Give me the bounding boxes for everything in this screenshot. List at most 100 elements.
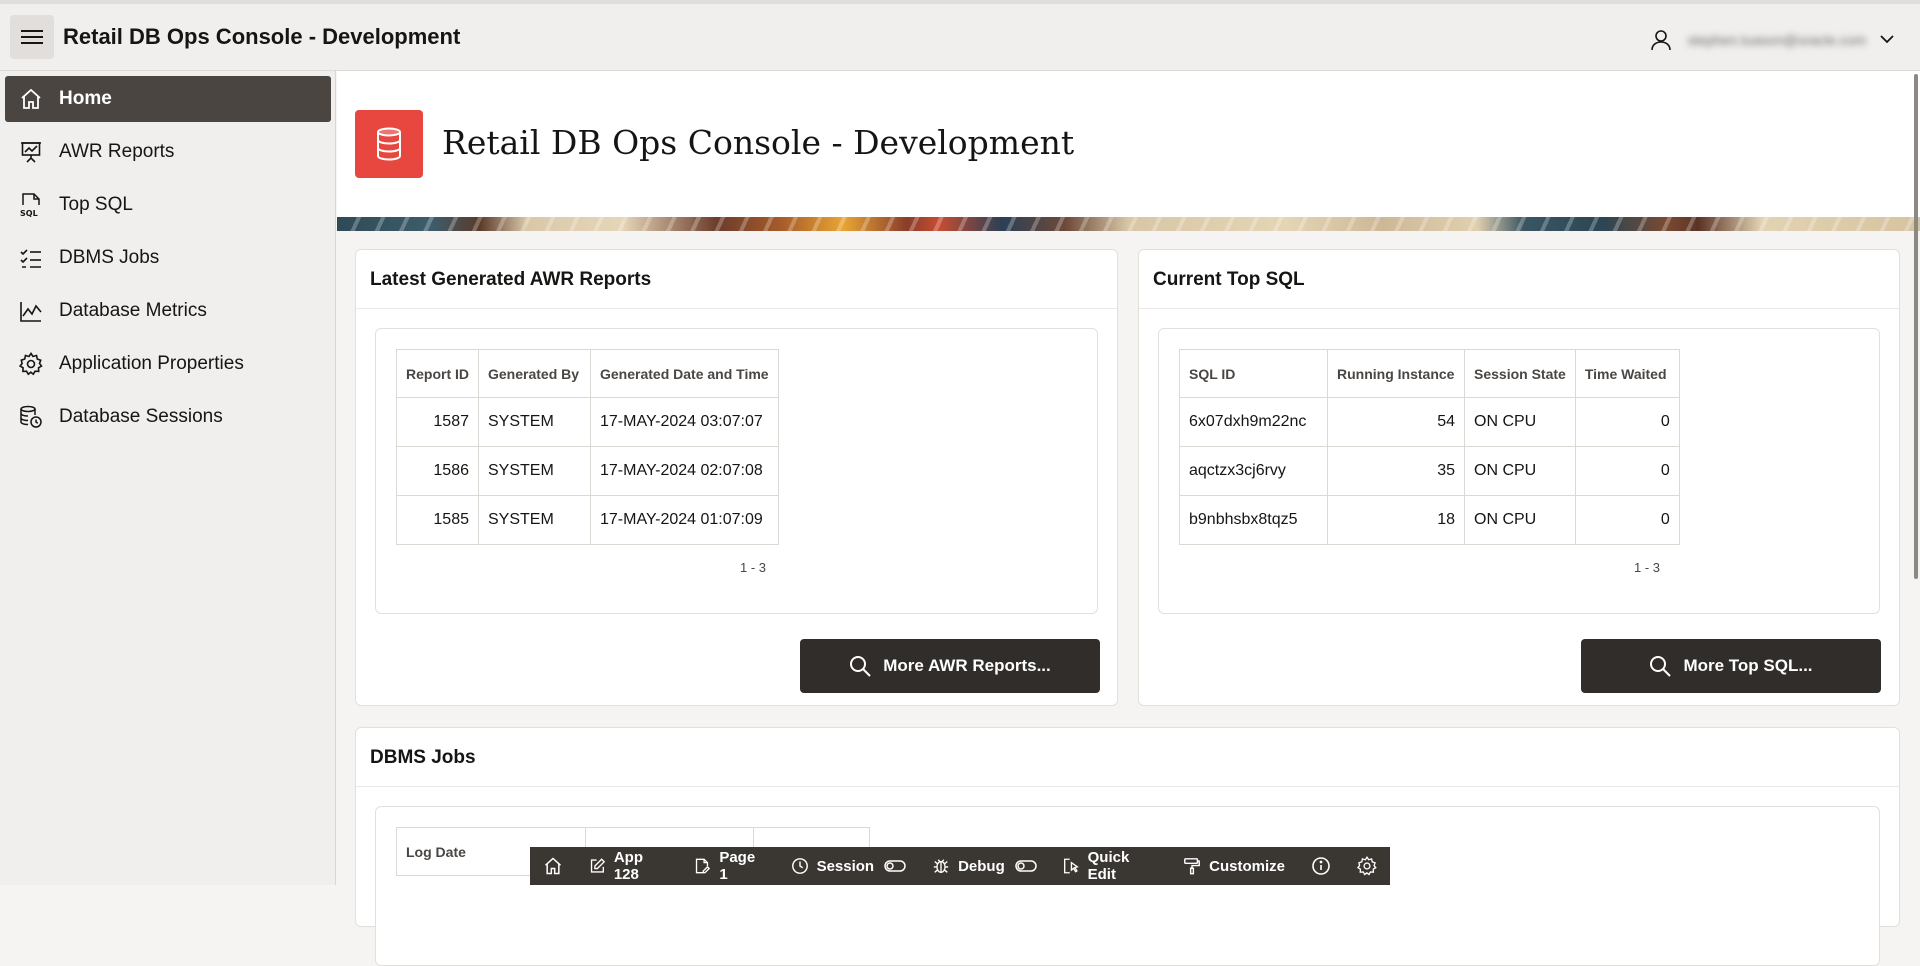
sql-file-icon: SQL: [17, 191, 45, 219]
page-scrollbar[interactable]: [1914, 74, 1918, 579]
column-header[interactable]: SQL ID: [1179, 349, 1328, 398]
devbar-quick-edit-button[interactable]: Quick Edit: [1050, 847, 1170, 885]
devbar-page-button[interactable]: Page 1: [681, 847, 777, 885]
chevron-down-icon: [1880, 35, 1894, 44]
column-header[interactable]: Generated By: [478, 349, 591, 398]
home-icon: [17, 85, 45, 113]
devbar-session-button[interactable]: Session: [778, 847, 920, 885]
more-awr-reports-button[interactable]: More AWR Reports...: [800, 639, 1100, 693]
app-title[interactable]: Retail DB Ops Console - Development: [63, 24, 460, 50]
time-waited-cell: 0: [1574, 397, 1680, 447]
toggle-icon: [1015, 860, 1037, 872]
sidebar-item-application-properties[interactable]: Application Properties: [5, 341, 331, 387]
sidebar-item-dbms-jobs[interactable]: DBMS Jobs: [5, 235, 331, 281]
home-icon: [545, 857, 561, 875]
devbar-label: Customize: [1209, 857, 1285, 875]
top-sql-region: SQL ID Running Instance Session State Ti…: [1158, 328, 1880, 614]
info-icon: [1312, 857, 1330, 875]
devbar-label: Debug: [958, 857, 1005, 875]
devbar-label: Session: [816, 857, 875, 875]
checklist-icon: [17, 244, 45, 272]
line-chart-icon: [17, 297, 45, 325]
pagination-info: 1 - 3: [740, 560, 767, 575]
awr-reports-table: Report ID Generated By Generated Date an…: [396, 349, 779, 545]
sidebar-item-database-sessions[interactable]: Database Sessions: [5, 394, 331, 440]
devbar-home-button[interactable]: [530, 847, 576, 885]
sidebar-item-label: Application Properties: [59, 353, 244, 374]
sidebar-item-label: Home: [59, 88, 112, 109]
quick-edit-icon: [1063, 858, 1079, 874]
devbar-info-button[interactable]: [1298, 847, 1344, 885]
main-content: Retail DB Ops Console - Development Late…: [337, 71, 1920, 966]
devbar-app-button[interactable]: App 128: [576, 847, 681, 885]
time-waited-cell: 0: [1574, 446, 1680, 496]
bug-icon: [933, 859, 949, 873]
toggle-icon: [884, 860, 906, 872]
sql-id-cell: aqctzx3cj6rvy: [1179, 446, 1328, 496]
session-state-cell: ON CPU: [1464, 495, 1576, 545]
divider: [356, 308, 1117, 309]
search-icon: [1649, 655, 1672, 677]
clock-icon: [791, 858, 808, 874]
search-icon: [849, 655, 871, 677]
table-header-row: SQL ID Running Instance Session State Ti…: [1179, 349, 1680, 398]
sidebar-item-awr-reports[interactable]: AWR Reports: [5, 129, 331, 175]
column-header[interactable]: Report ID: [396, 349, 479, 398]
hamburger-icon: [21, 30, 43, 44]
user-name: stephen.tuason@oracle.com: [1687, 31, 1866, 48]
sidebar-item-database-metrics[interactable]: Database Metrics: [5, 288, 331, 334]
sidebar-item-home[interactable]: Home: [5, 76, 331, 122]
sidebar-item-label: Top SQL: [59, 194, 133, 215]
running-instance-cell: 35: [1327, 446, 1465, 496]
time-waited-cell: 0: [1574, 495, 1680, 545]
awr-report-region: Report ID Generated By Generated Date an…: [375, 328, 1098, 614]
page-edit-icon: [696, 858, 711, 874]
devbar-customize-button[interactable]: Customize: [1170, 847, 1298, 885]
table-row: aqctzx3cj6rvy 35 ON CPU 0: [1179, 446, 1680, 496]
table-row: 1586 SYSTEM 17-MAY-2024 02:07:08: [396, 446, 779, 496]
dbms-jobs-card: DBMS Jobs Log Date Job N Stat: [355, 727, 1900, 966]
gear-icon: [1357, 856, 1377, 876]
sidebar-item-top-sql[interactable]: SQL Top SQL: [5, 182, 331, 228]
dbms-jobs-region: Log Date Job N Stat: [375, 806, 1880, 966]
user-menu[interactable]: stephen.tuason@oracle.com: [1650, 4, 1894, 75]
edit-icon: [590, 858, 606, 873]
devbar-settings-button[interactable]: [1344, 847, 1390, 885]
devbar-debug-button[interactable]: Debug: [919, 847, 1050, 885]
report-id-cell: 1586: [396, 446, 479, 496]
sql-id-cell: b9nbhsbx8tqz5: [1179, 495, 1328, 545]
card-title: DBMS Jobs: [370, 747, 476, 768]
divider: [1139, 308, 1899, 309]
column-header[interactable]: Running Instance: [1327, 349, 1465, 398]
table-row: 1585 SYSTEM 17-MAY-2024 01:07:09: [396, 495, 779, 545]
menu-toggle-button[interactable]: [10, 15, 54, 59]
presentation-chart-icon: [17, 138, 45, 166]
pagination-info: 1 - 3: [1634, 560, 1661, 575]
decorative-banner: [337, 217, 1920, 231]
generated-by-cell: SYSTEM: [478, 495, 591, 545]
devbar-label: App 128: [613, 849, 644, 883]
column-header[interactable]: Time Waited: [1574, 349, 1680, 398]
paint-roller-icon: [1184, 858, 1201, 875]
card-title: Latest Generated AWR Reports: [370, 269, 652, 290]
column-header[interactable]: Generated Date and Time: [590, 349, 779, 398]
running-instance-cell: 18: [1327, 495, 1465, 545]
top-sql-table: SQL ID Running Instance Session State Ti…: [1179, 349, 1680, 545]
sidebar-item-label: DBMS Jobs: [59, 247, 160, 268]
generated-by-cell: SYSTEM: [478, 397, 591, 447]
svg-text:SQL: SQL: [20, 209, 38, 218]
devbar-label: Page 1: [719, 849, 756, 883]
sql-id-cell: 6x07dxh9m22nc: [1179, 397, 1328, 447]
column-header[interactable]: Session State: [1464, 349, 1576, 398]
report-id-cell: 1587: [396, 397, 479, 447]
gear-icon: [17, 350, 45, 378]
sidebar-item-label: Database Sessions: [59, 406, 223, 427]
app-header: Retail DB Ops Console - Development step…: [0, 0, 1920, 71]
generated-date-cell: 17-MAY-2024 02:07:08: [590, 446, 779, 496]
generated-date-cell: 17-MAY-2024 01:07:09: [590, 495, 779, 545]
sidebar-nav: Home AWR Reports SQL Top SQL DBMS Jobs D…: [0, 71, 336, 885]
sidebar-item-label: Database Metrics: [59, 300, 207, 321]
running-instance-cell: 54: [1327, 397, 1465, 447]
more-top-sql-button[interactable]: More Top SQL...: [1581, 639, 1881, 693]
button-label: More Top SQL...: [1683, 656, 1813, 675]
